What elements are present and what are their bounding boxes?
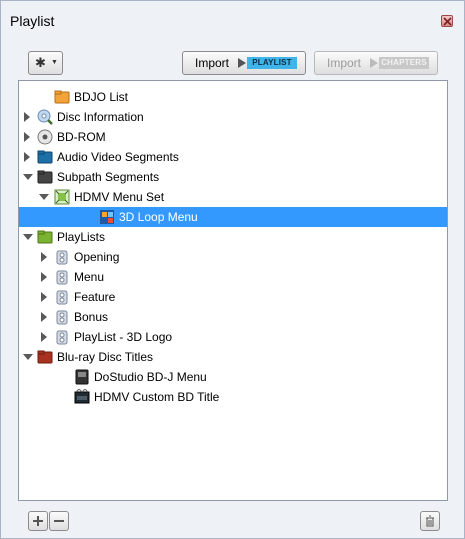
tree-item-label: DoStudio BD-J Menu — [94, 370, 207, 384]
loop-menu-icon — [100, 210, 114, 224]
trash-icon — [426, 515, 434, 527]
tree-item-label: Menu — [74, 270, 105, 284]
tree-item-feature[interactable]: Feature — [19, 287, 447, 307]
tree-item-label: Feature — [74, 290, 116, 304]
tree-item-playlist-3d-logo[interactable]: PlayList - 3D Logo — [19, 327, 447, 347]
plus-icon — [33, 516, 43, 526]
tree-item-label: Blu-ray Disc Titles — [57, 350, 154, 364]
tree-item-label: Disc Information — [57, 110, 144, 124]
play-arrow-icon — [238, 58, 246, 68]
expand-arrow-icon[interactable] — [41, 272, 47, 282]
tree-item-menu[interactable]: Menu — [19, 267, 447, 287]
toolbar: ✱ ▼ Import PLAYLIST Import CHAPTERS — [1, 39, 464, 79]
panel-titlebar: Playlist — [1, 1, 464, 39]
collapse-arrow-icon[interactable] — [23, 354, 33, 360]
minus-icon — [54, 520, 64, 522]
expand-arrow-icon[interactable] — [41, 312, 47, 322]
tree-item-bonus[interactable]: Bonus — [19, 307, 447, 327]
add-button[interactable] — [28, 511, 48, 531]
play-arrow-icon — [370, 58, 378, 68]
magnifier-disc-icon — [37, 109, 53, 125]
tree-item-subpath-segments[interactable]: Subpath Segments — [19, 167, 447, 187]
hdmv-title-icon — [74, 389, 90, 404]
tree-item-label: BDJO List — [74, 90, 129, 104]
tree-item-blu-ray-disc-titles[interactable]: Blu-ray Disc Titles — [19, 347, 447, 367]
expand-arrow-icon[interactable] — [41, 332, 47, 342]
film-reel-icon — [56, 330, 68, 345]
close-icon — [443, 17, 452, 26]
playlist-tree[interactable]: BDJO List Disc Information BD-ROM Audio … — [18, 80, 448, 501]
tree-item-label: Audio Video Segments — [57, 150, 179, 164]
blue-folder-icon — [37, 150, 53, 164]
panel-title: Playlist — [10, 13, 55, 29]
tree-item-label: Opening — [74, 250, 120, 264]
playlist-panel: Playlist ✱ ▼ Import PLAYLIST Import CHAP… — [0, 0, 465, 539]
tree-item-dostudio-bd-j-menu[interactable]: DoStudio BD-J Menu — [19, 367, 447, 387]
film-reel-icon — [56, 250, 68, 265]
red-folder-icon — [37, 350, 53, 364]
tree-item-label: HDMV Menu Set — [74, 190, 165, 204]
tree-item-label: Bonus — [74, 310, 109, 324]
collapse-arrow-icon[interactable] — [39, 194, 49, 200]
expand-arrow-icon[interactable] — [41, 292, 47, 302]
tree-item-opening[interactable]: Opening — [19, 247, 447, 267]
panel-footer — [1, 503, 464, 539]
settings-menu-button[interactable]: ✱ ▼ — [28, 51, 63, 75]
remove-button[interactable] — [49, 511, 69, 531]
tree-item-label: Subpath Segments — [57, 170, 160, 184]
menu-set-icon — [54, 189, 70, 205]
tree-item-hdmv-menu-set[interactable]: HDMV Menu Set — [19, 187, 447, 207]
disc-icon — [37, 129, 53, 145]
collapse-arrow-icon[interactable] — [23, 174, 33, 180]
tree-item-hdmv-custom-bd-title[interactable]: HDMV Custom BD Title — [19, 387, 447, 407]
orange-folder-icon — [54, 90, 70, 104]
film-reel-icon — [56, 270, 68, 285]
tree-item-playlists[interactable]: PlayLists — [19, 227, 447, 247]
chevron-down-icon: ▼ — [51, 59, 58, 66]
film-reel-icon — [56, 310, 68, 325]
tree-item-label: HDMV Custom BD Title — [94, 390, 220, 404]
import-playlist-label: Import — [195, 56, 230, 70]
chapters-tag: CHAPTERS — [379, 57, 429, 69]
tree-item-disc-information[interactable]: Disc Information — [19, 107, 447, 127]
tree-item-bd-rom[interactable]: BD-ROM — [19, 127, 447, 147]
import-chapters-label: Import — [327, 56, 362, 70]
tree-item-label: PlayList - 3D Logo — [74, 330, 173, 344]
dark-folder-icon — [37, 170, 53, 184]
film-reel-icon — [56, 290, 68, 305]
import-chapters-button[interactable]: Import CHAPTERS — [314, 51, 438, 75]
expand-arrow-icon[interactable] — [24, 112, 30, 122]
tree-item-3d-loop-menu[interactable]: 3D Loop Menu — [19, 207, 447, 227]
tree-item-audio-video-segments[interactable]: Audio Video Segments — [19, 147, 447, 167]
delete-button[interactable] — [420, 511, 440, 531]
expand-arrow-icon[interactable] — [41, 252, 47, 262]
tree-item-label: BD-ROM — [57, 130, 106, 144]
green-folder-icon — [37, 230, 53, 244]
gear-icon: ✱ — [35, 55, 46, 70]
bdj-title-icon — [75, 369, 89, 385]
playlist-tag: PLAYLIST — [247, 57, 297, 69]
import-playlist-button[interactable]: Import PLAYLIST — [182, 51, 306, 75]
close-button[interactable] — [441, 15, 453, 27]
expand-arrow-icon[interactable] — [24, 132, 30, 142]
collapse-arrow-icon[interactable] — [23, 234, 33, 240]
tree-item-bdjo-list[interactable]: BDJO List — [19, 87, 447, 107]
tree-item-label: PlayLists — [57, 230, 106, 244]
expand-arrow-icon[interactable] — [24, 152, 30, 162]
tree-item-label: 3D Loop Menu — [119, 210, 198, 224]
